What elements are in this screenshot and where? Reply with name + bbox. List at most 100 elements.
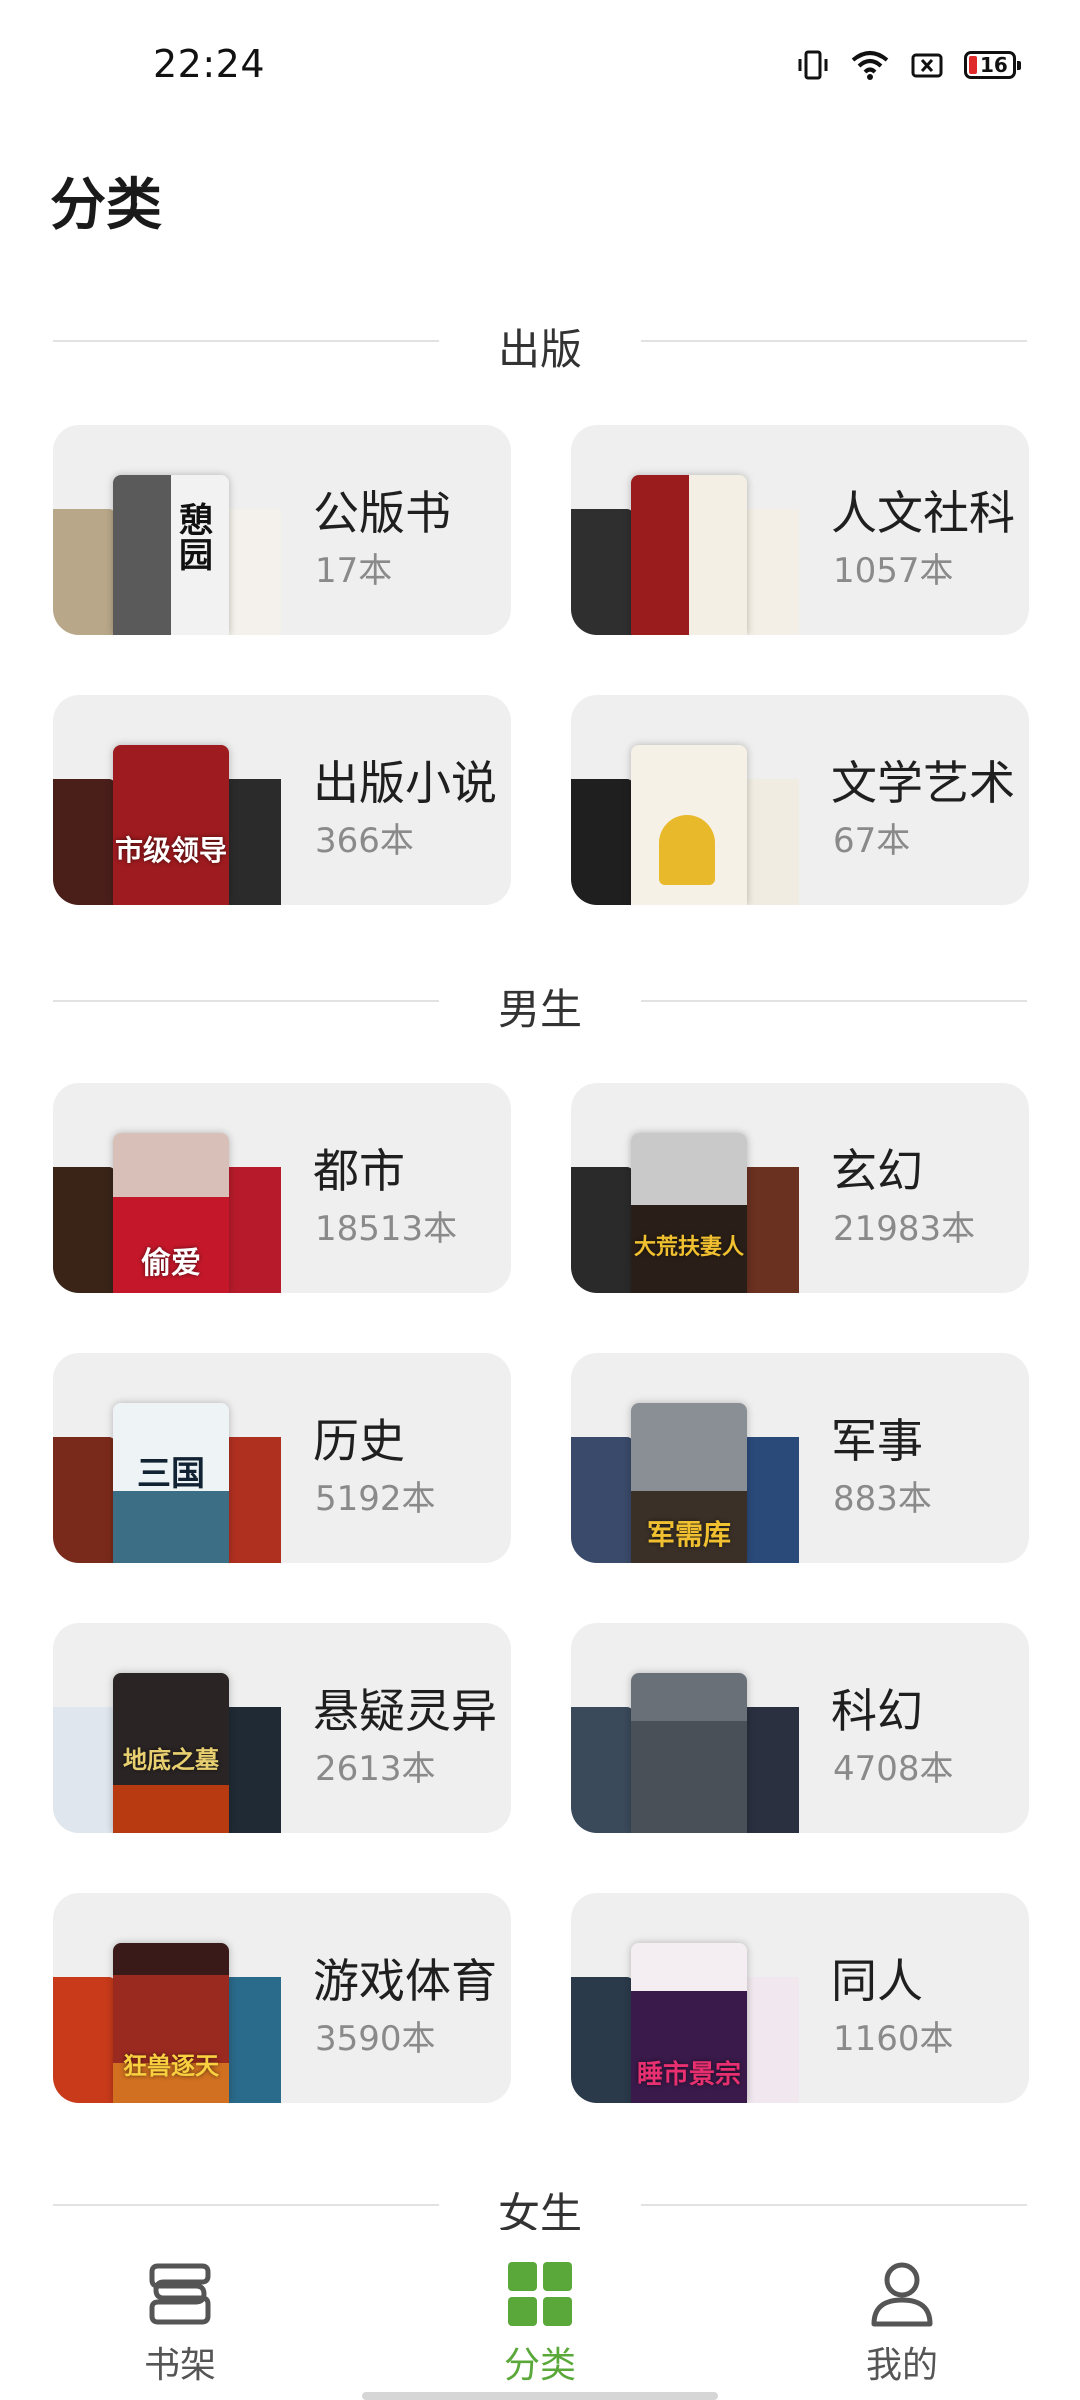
category-card-scifi[interactable]: 科幻 4708本 <box>571 1623 1029 1833</box>
category-count: 4708本 <box>833 1749 954 1789</box>
divider <box>641 340 1027 342</box>
cover-stack: 偷爱 <box>53 1083 283 1293</box>
home-indicator[interactable] <box>362 2392 718 2400</box>
category-count: 3590本 <box>315 2019 436 2059</box>
category-card-humanities[interactable]: 人文社科 1057本 <box>571 425 1029 635</box>
book-cover: 地底之墓 <box>113 1673 229 1833</box>
category-card-literature-art[interactable]: 文学艺术 67本 <box>571 695 1029 905</box>
book-cover <box>741 1977 799 2103</box>
book-cover: 三国 <box>113 1403 229 1563</box>
nav-label: 分类 <box>503 2345 576 2386</box>
nav-label: 我的 <box>865 2345 938 2386</box>
category-name: 出版小说 <box>313 756 497 810</box>
cover-title: 偷爱 <box>141 1245 201 1281</box>
cover-stack: 睡市景宗 <box>571 1893 801 2103</box>
cover-title: 憩园 <box>179 500 213 577</box>
book-cover <box>53 1977 115 2103</box>
book-cover: 睡市景宗 <box>631 1943 747 2103</box>
cover-stack <box>571 695 801 905</box>
category-name: 都市 <box>313 1144 405 1198</box>
book-cover <box>631 475 747 635</box>
screen: 22:24 16 分类 出版 憩园 公版书 17本 人文社科 1057本 市级领… <box>0 0 1080 2400</box>
cover-stack <box>571 425 801 635</box>
divider <box>641 2204 1027 2206</box>
divider <box>641 1000 1027 1002</box>
category-count: 18513本 <box>315 1209 458 1249</box>
category-card-military[interactable]: 军需库 军事 883本 <box>571 1353 1029 1563</box>
category-card-history[interactable]: 三国 历史 5192本 <box>53 1353 511 1563</box>
book-cover <box>571 1977 633 2103</box>
nav-tab-category[interactable]: 分类 <box>440 2260 640 2388</box>
category-card-fantasy[interactable]: 大荒扶妻人 玄幻 21983本 <box>571 1083 1029 1293</box>
category-name: 游戏体育 <box>313 1954 497 2008</box>
category-count: 366本 <box>315 821 414 861</box>
category-count: 883本 <box>833 1479 932 1519</box>
category-card-gaming-sports[interactable]: 狂兽逐天 游戏体育 3590本 <box>53 1893 511 2103</box>
bookshelf-icon <box>149 2263 211 2325</box>
book-cover <box>53 509 115 635</box>
section-header-female: 女生 <box>53 2174 1027 2238</box>
category-name: 历史 <box>313 1414 405 1468</box>
cover-stack: 大荒扶妻人 <box>571 1083 801 1293</box>
book-cover <box>223 1707 281 1833</box>
cover-stack: 狂兽逐天 <box>53 1893 283 2103</box>
section-header-publishing: 出版 <box>53 310 1027 374</box>
category-name: 文学艺术 <box>831 756 1015 810</box>
status-icons: 16 <box>796 48 1021 82</box>
book-cover <box>631 745 747 905</box>
book-cover <box>571 509 633 635</box>
nav-label: 书架 <box>143 2345 216 2386</box>
book-cover <box>53 779 115 905</box>
category-card-published-fiction[interactable]: 市级领导 出版小说 366本 <box>53 695 511 905</box>
cover-stack <box>571 1623 801 1833</box>
book-cover: 市级领导 <box>113 745 229 905</box>
book-cover: 偷爱 <box>113 1133 229 1293</box>
nav-tab-bookshelf[interactable]: 书架 <box>80 2260 280 2388</box>
book-cover <box>53 1437 115 1563</box>
page-title: 分类 <box>50 173 162 238</box>
status-bar: 22:24 16 <box>0 0 1080 110</box>
cover-stack: 憩园 <box>53 425 283 635</box>
cover-title: 军需库 <box>646 1517 731 1551</box>
wifi-icon <box>851 51 889 80</box>
category-card-urban[interactable]: 偷爱 都市 18513本 <box>53 1083 511 1293</box>
book-cover: 大荒扶妻人 <box>631 1133 747 1293</box>
book-cover <box>741 1167 799 1293</box>
battery-level: 16 <box>980 53 1008 77</box>
book-cover <box>741 1437 799 1563</box>
book-cover <box>571 1167 633 1293</box>
cover-title: 大荒扶妻人 <box>633 1234 744 1260</box>
book-cover <box>741 779 799 905</box>
category-name: 公版书 <box>313 486 451 540</box>
bottom-nav: 书架 分类 我的 <box>0 2230 1080 2400</box>
cover-stack: 市级领导 <box>53 695 283 905</box>
cover-title: 三国 <box>137 1454 205 1495</box>
book-cover <box>571 1437 633 1563</box>
category-count: 2613本 <box>315 1749 436 1789</box>
book-cover <box>223 1437 281 1563</box>
book-cover <box>223 509 281 635</box>
category-card-fan-fiction[interactable]: 睡市景宗 同人 1160本 <box>571 1893 1029 2103</box>
battery-icon: 16 <box>964 51 1021 79</box>
vibrate-icon <box>798 50 828 80</box>
profile-icon <box>871 2262 933 2327</box>
book-cover <box>53 1167 115 1293</box>
category-name: 科幻 <box>831 1684 923 1738</box>
book-cover <box>571 779 633 905</box>
cover-title: 睡市景宗 <box>636 2059 741 2090</box>
category-name: 军事 <box>831 1414 923 1468</box>
category-name: 人文社科 <box>831 486 1015 540</box>
cover-stack: 军需库 <box>571 1353 801 1563</box>
category-count: 1057本 <box>833 551 954 591</box>
book-cover <box>53 1707 115 1833</box>
section-label: 男生 <box>497 985 582 1034</box>
category-card-public-domain[interactable]: 憩园 公版书 17本 <box>53 425 511 635</box>
category-card-mystery[interactable]: 地底之墓 悬疑灵异 2613本 <box>53 1623 511 1833</box>
category-count: 21983本 <box>833 1209 976 1249</box>
section-header-male: 男生 <box>53 970 1027 1034</box>
nav-tab-profile[interactable]: 我的 <box>802 2260 1002 2388</box>
category-count: 67本 <box>833 821 911 861</box>
book-cover <box>631 1673 747 1833</box>
section-label: 出版 <box>497 325 582 374</box>
book-cover <box>571 1707 633 1833</box>
